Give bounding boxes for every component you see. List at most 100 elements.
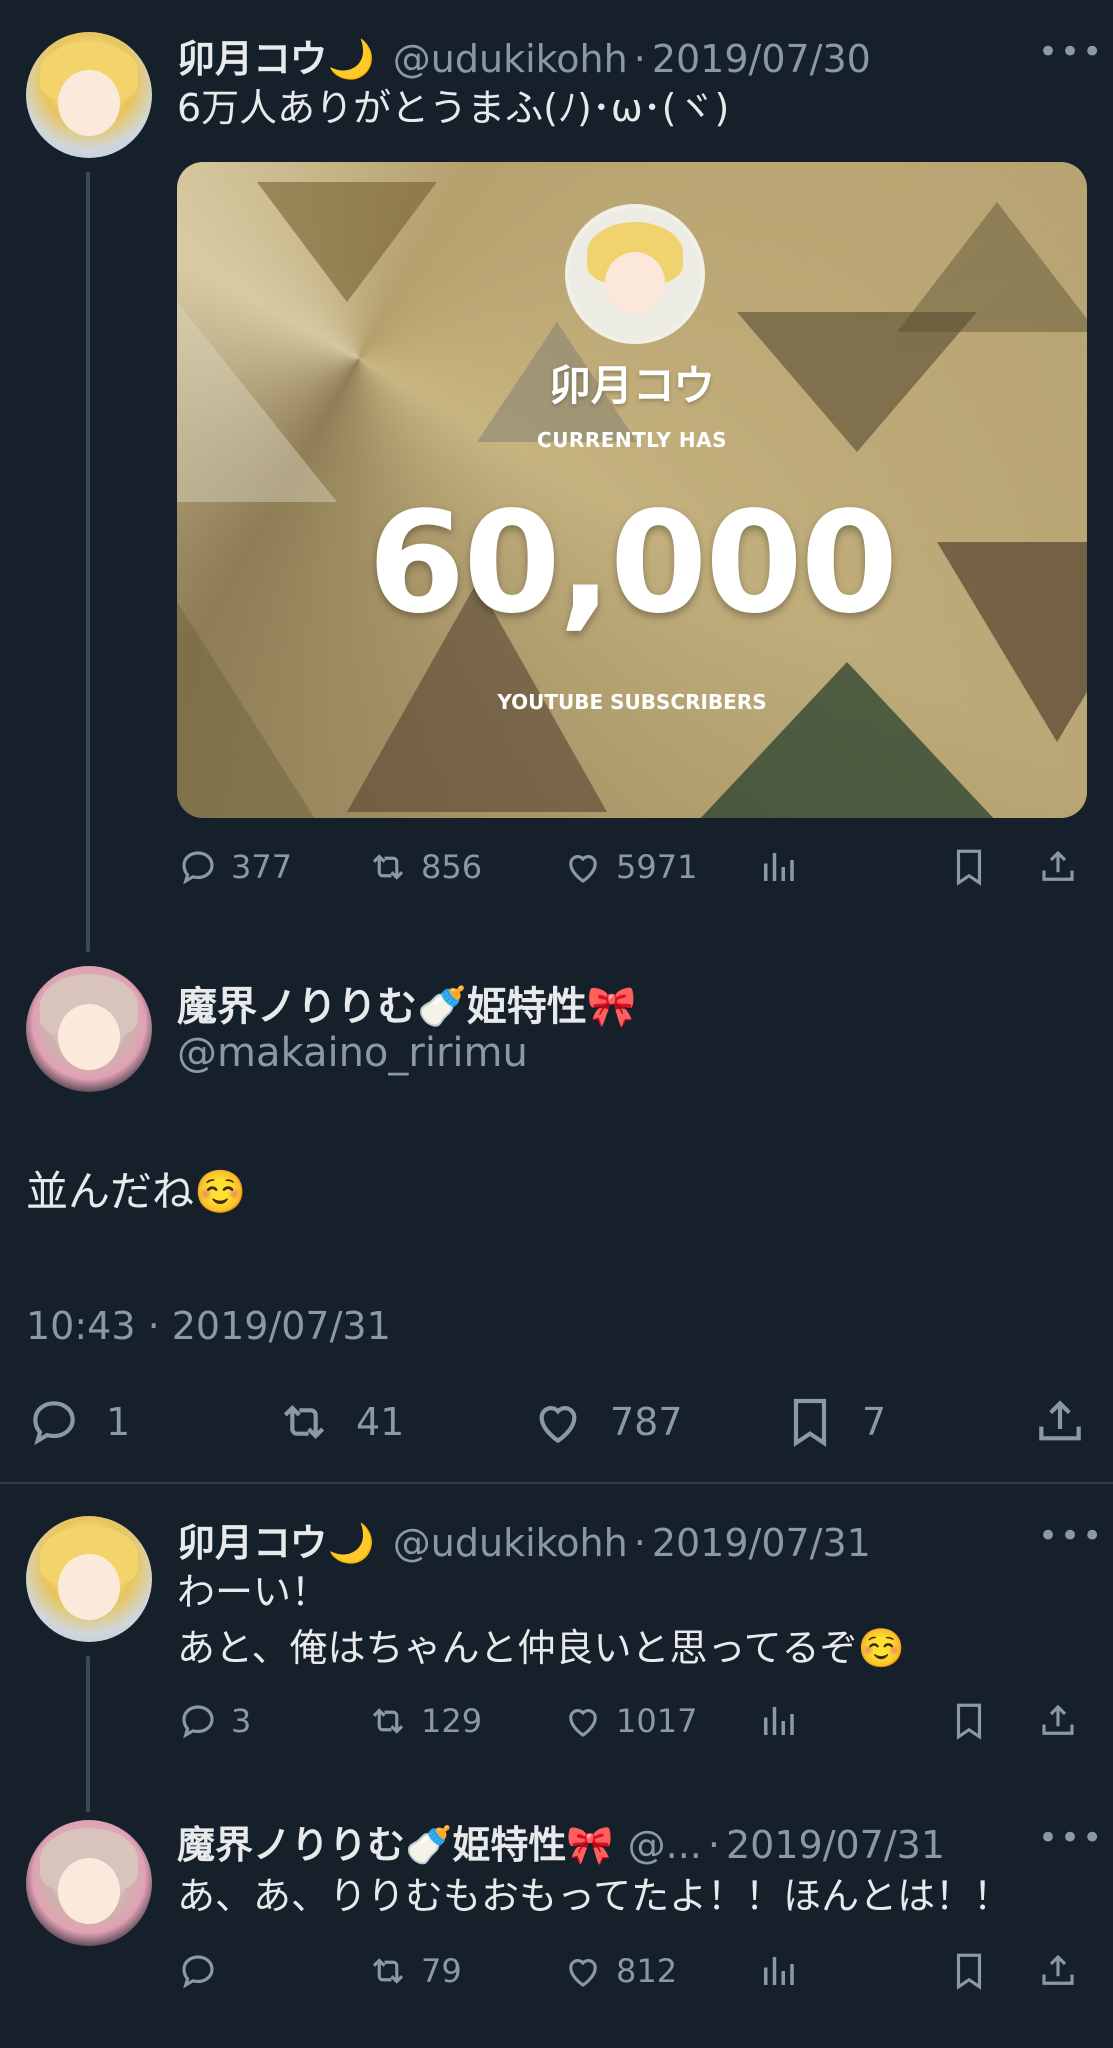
tweet-date[interactable]: 2019/07/31 [652,1521,871,1565]
views-icon [764,853,794,881]
share-icon [1042,1704,1074,1735]
author-name[interactable]: 卯月コウ🌙 [177,1512,375,1567]
tweet-header: 卯月コウ🌙 @udukikohh · 2019/07/31 [177,1512,871,1567]
author-name[interactable]: 魔界ノりりむ🍼姫特性🎀 [177,1814,614,1869]
author-handle[interactable]: @udukikohh [393,37,628,81]
views-icon [764,1957,794,1985]
author-handle[interactable]: @makaino_ririmu [177,1030,528,1076]
retweet-icon [372,1708,404,1734]
more-options-icon[interactable]: ••• [1038,32,1104,72]
bookmark-button[interactable] [948,1950,990,1992]
divider [0,1482,1113,1484]
avatar[interactable] [26,966,152,1092]
bookmark-icon [956,1953,982,1990]
author-handle[interactable]: @udukikohh [393,1521,628,1565]
retweet-button[interactable]: 856 [367,846,482,888]
reply-icon [182,1705,214,1739]
thread-line [86,1656,90,1812]
tweet-text-line-2: あと、俺はちゃんと仲良いと思ってるぞ☺️ [177,1626,905,1670]
like-count: 787 [610,1400,683,1444]
retweet-count: 79 [421,1952,462,1990]
retweet-count: 41 [356,1400,405,1444]
views-button[interactable] [757,1950,799,1992]
bookmark-button[interactable] [948,846,990,888]
reply-count: 1 [106,1400,131,1444]
avatar-face [58,70,120,136]
avatar-face [605,252,665,314]
retweet-button[interactable]: 79 [367,1950,462,1992]
retweet-count: 856 [421,848,483,886]
tweet-text-line-1: わーい！ [177,1570,330,1614]
card-channel-name: 卯月コウ [548,361,716,410]
share-icon [1042,1954,1074,1985]
reply-button[interactable]: 3 [177,1700,251,1742]
tweet-header: 魔界ノりりむ🍼姫特性🎀 @... · 2019/07/31 [177,1814,945,1869]
reply-count: 3 [231,1702,252,1740]
tweet-date[interactable]: 2019/07/30 [652,37,871,81]
share-icon [1042,850,1074,881]
media-card[interactable]: 卯月コウ CURRENTLY HAS 60,000 YOUTUBE SUBSCR… [177,162,1087,818]
like-button[interactable]: 1017 [562,1700,697,1742]
retweet-button[interactable]: 129 [367,1700,482,1742]
like-count: 5971 [616,848,698,886]
share-button[interactable] [1037,1700,1079,1742]
reply-icon [182,851,214,885]
author-handle[interactable]: @... [628,1823,702,1867]
polygon-shape [897,202,1087,332]
like-button[interactable]: 5971 [562,846,697,888]
card-footer-label: YOUTUBE SUBSCRIBERS [497,690,767,714]
thread-line [86,172,90,952]
author-name[interactable]: 魔界ノりりむ🍼姫特性🎀 [177,974,637,1032]
card-avatar [565,204,705,344]
share-button[interactable] [1032,1394,1088,1450]
share-button[interactable] [1037,1950,1079,1992]
avatar-face [58,1554,120,1620]
tweet-date[interactable]: 2019/07/31 [726,1823,945,1867]
like-button[interactable]: 812 [562,1950,677,1992]
bookmark-icon [793,1398,827,1447]
views-icon [764,1707,794,1735]
retweet-button[interactable]: 41 [276,1394,404,1450]
tweet-text: 6万人ありがとうまふ(ﾉ)･ω･(ヾ) [177,86,730,130]
reply-button[interactable]: 377 [177,846,292,888]
retweet-icon [283,1405,325,1439]
views-button[interactable] [757,846,799,888]
author-name[interactable]: 卯月コウ🌙 [177,28,375,83]
reply-icon [33,1401,75,1446]
separator: · [707,1823,720,1867]
avatar[interactable] [26,1516,152,1642]
like-icon [569,855,597,883]
tweet-text: 並んだね☺️ [26,1167,247,1216]
more-options-icon[interactable]: ••• [1038,1818,1104,1858]
card-currently-label: CURRENTLY HAS [537,428,727,452]
like-icon [569,1709,597,1737]
separator: · [633,37,646,81]
reply-button[interactable]: 1 [26,1394,130,1450]
avatar[interactable] [26,1820,152,1946]
views-button[interactable] [757,1700,799,1742]
more-options-icon[interactable]: ••• [1038,1516,1104,1556]
avatar-face [58,1004,120,1070]
separator: · [633,1521,646,1565]
bookmark-button[interactable]: 7 [782,1394,886,1450]
tweet-timestamp[interactable]: 10:43 · 2019/07/31 [26,1304,391,1348]
bookmark-button[interactable] [948,1700,990,1742]
like-button[interactable]: 787 [530,1394,683,1450]
share-icon [1039,1400,1081,1441]
like-icon [569,1959,597,1987]
avatar[interactable] [26,32,152,158]
like-icon [539,1406,577,1444]
share-button[interactable] [1037,846,1079,888]
bookmark-count: 7 [862,1400,887,1444]
retweet-icon [372,854,404,880]
avatar-face [58,1858,120,1924]
reply-count: 377 [231,848,293,886]
bookmark-icon [956,1703,982,1740]
subscriber-count: 60,000 [367,482,898,645]
retweet-icon [372,1958,404,1984]
reply-icon [182,1955,214,1989]
bookmark-icon [956,849,982,886]
reply-button[interactable] [177,1950,231,1992]
retweet-count: 129 [421,1702,483,1740]
polygon-shape [257,182,437,302]
